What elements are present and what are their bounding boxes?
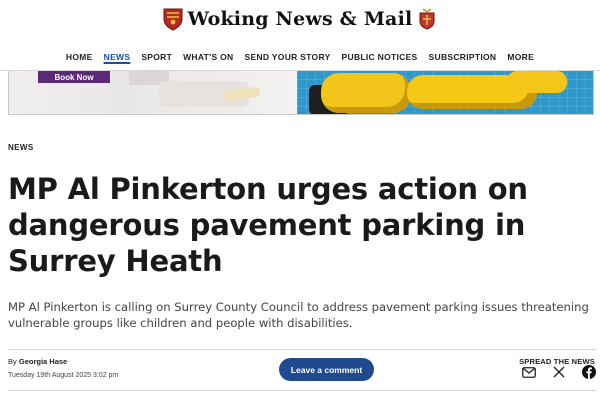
nav-item-news[interactable]: NEWS [104,52,131,62]
publish-date: Tuesday 19th August 2025 3:02 pm [8,372,119,379]
byline-prefix: By [8,357,17,366]
nav-item-send-your-story[interactable]: SEND YOUR STORY [244,52,330,62]
article-headline: MP Al Pinkerton urges action on dangerou… [8,172,528,278]
nav-item-home[interactable]: HOME [66,52,93,62]
x-icon[interactable] [552,365,566,379]
nav-item-more[interactable]: MORE [507,52,534,62]
meta-divider-top [8,349,596,350]
author-name[interactable]: Georgia Hase [19,357,67,366]
share-icons [522,365,596,379]
main-nav: HOME NEWS SPORT WHAT'S ON SEND YOUR STOR… [0,52,600,62]
nav-item-public-notices[interactable]: PUBLIC NOTICES [342,52,418,62]
advert-image-left: Book Now [9,71,297,114]
nav-item-sport[interactable]: SPORT [141,52,172,62]
article-standfirst: MP Al Pinkerton is calling on Surrey Cou… [8,300,589,330]
leave-comment-button[interactable]: Leave a comment [279,358,374,381]
section-label[interactable]: NEWS [8,143,34,152]
masthead: Woking News & Mail HOME NEWS SPORT WHAT'… [0,0,600,71]
site-title: Woking News & Mail [187,8,413,30]
nav-item-subscription[interactable]: SUBSCRIPTION [429,52,497,62]
crest-icon [419,8,435,30]
site-logo[interactable]: Woking News & Mail [0,4,600,34]
crest-icon [163,8,183,31]
meta-divider-bottom [8,390,596,391]
email-icon[interactable] [522,365,536,379]
advert-image-pool [297,71,593,114]
facebook-icon[interactable] [582,365,596,379]
book-now-button[interactable]: Book Now [38,71,110,83]
advert-banner[interactable]: Book Now [8,71,594,115]
byline: By Georgia Hase [8,357,67,366]
nav-item-whats-on[interactable]: WHAT'S ON [183,52,233,62]
